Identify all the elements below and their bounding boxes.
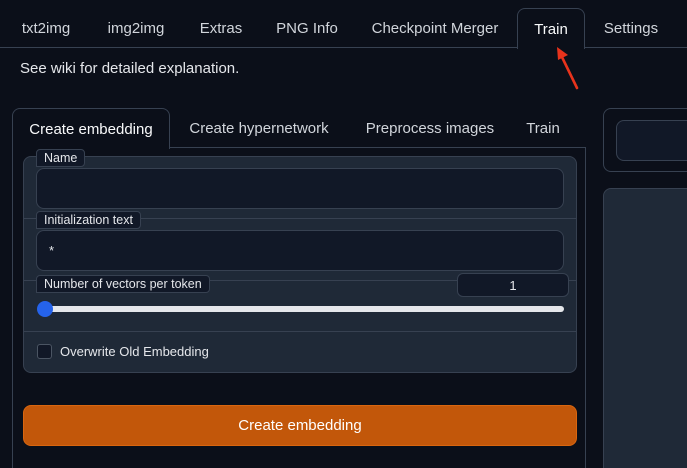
sub-tab-bar: Create embedding Create hypernetwork Pre… xyxy=(12,108,586,149)
name-label: Name xyxy=(36,149,86,167)
tab-settings[interactable]: Settings xyxy=(594,8,668,49)
tab-extras[interactable]: Extras xyxy=(190,8,252,49)
tab-create-hypernetwork[interactable]: Create hypernetwork xyxy=(178,108,340,149)
tab-train-sub[interactable]: Train xyxy=(517,108,569,149)
right-top-panel xyxy=(603,108,687,172)
wiki-note-suffix: for detailed explanation. xyxy=(75,60,240,77)
vectors-label: Number of vectors per token xyxy=(36,275,210,293)
tab-img2img[interactable]: img2img xyxy=(94,8,178,49)
tab-preprocess-images[interactable]: Preprocess images xyxy=(355,108,505,149)
wiki-note: See wiki for detailed explanation. xyxy=(20,60,239,77)
wiki-link[interactable]: wiki xyxy=(51,60,76,77)
tab-checkpoint-merger[interactable]: Checkpoint Merger xyxy=(362,8,508,49)
wiki-note-prefix: See xyxy=(20,60,51,77)
vectors-slider-thumb[interactable] xyxy=(37,301,53,317)
init-text-input[interactable] xyxy=(36,230,564,271)
tab-train[interactable]: Train xyxy=(517,8,585,49)
init-text-label: Initialization text xyxy=(36,211,141,229)
page: txt2img img2img Extras PNG Info Checkpoi… xyxy=(0,0,687,468)
vectors-number-input[interactable] xyxy=(457,273,569,297)
tab-png-info[interactable]: PNG Info xyxy=(266,8,348,49)
tab-txt2img[interactable]: txt2img xyxy=(8,8,84,49)
embedding-form: Name Initialization text Number of vecto… xyxy=(23,149,577,373)
tab-create-embedding[interactable]: Create embedding xyxy=(12,108,170,149)
row-divider xyxy=(24,331,576,332)
name-input[interactable] xyxy=(36,168,564,209)
vectors-slider[interactable] xyxy=(44,306,564,312)
top-tab-bar: txt2img img2img Extras PNG Info Checkpoi… xyxy=(0,0,687,49)
create-embedding-button[interactable]: Create embedding xyxy=(23,405,577,446)
create-embedding-panel: Name Initialization text Number of vecto… xyxy=(12,147,586,468)
annotation-arrow-icon xyxy=(557,47,579,90)
overwrite-checkbox[interactable] xyxy=(37,344,52,359)
overwrite-label[interactable]: Overwrite Old Embedding xyxy=(60,344,209,359)
right-output-panel xyxy=(603,188,687,468)
right-top-field[interactable] xyxy=(616,120,687,161)
